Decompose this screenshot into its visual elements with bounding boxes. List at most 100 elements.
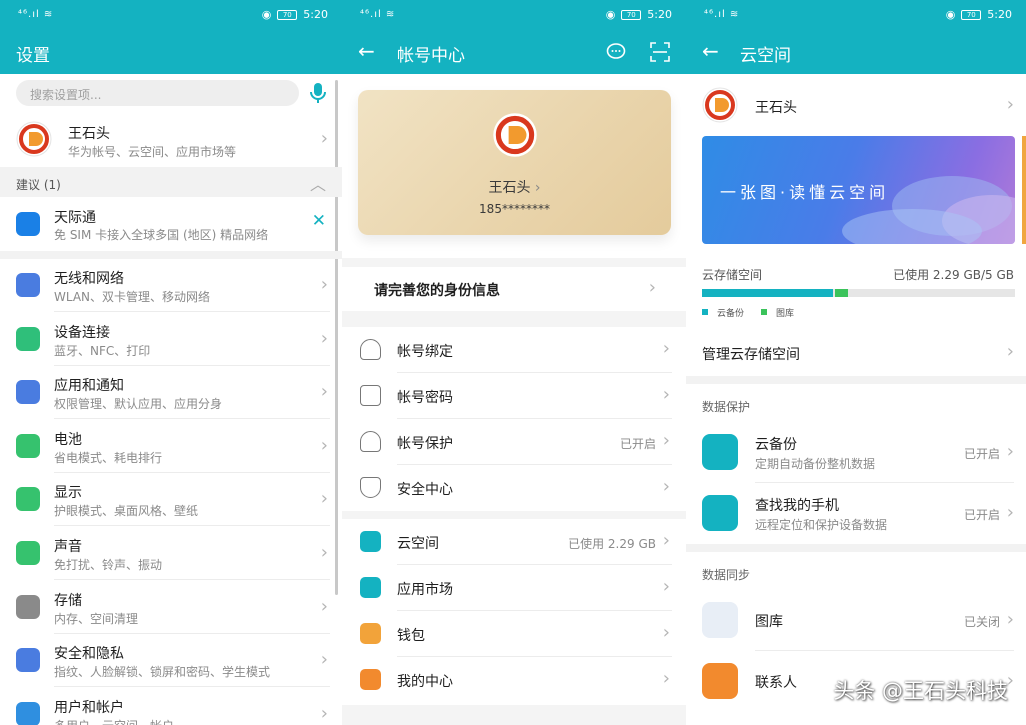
settings-item[interactable]: 存储内存、空间清理 ›: [0, 581, 342, 634]
chevron-right-icon: ›: [662, 384, 670, 405]
settings-item-desc: 蓝牙、NFC、打印: [54, 343, 151, 358]
settings-item-title: 无线和网络: [54, 271, 124, 287]
storage-bar-backup: [702, 289, 834, 297]
sync-item[interactable]: 图库 已关闭 ›: [686, 590, 1026, 651]
chevron-up-icon[interactable]: ︿: [310, 171, 326, 195]
settings-item[interactable]: 应用和通知 权限管理、默认应用、应用分身 ›: [0, 366, 342, 420]
settings-item[interactable]: 声音 免打扰、铃声、振动 ›: [0, 527, 342, 580]
section-gap: [0, 251, 342, 259]
settings-item-desc: 内存、空间清理: [54, 611, 139, 626]
settings-item-desc: 权限管理、默认应用、应用分身: [54, 397, 223, 412]
microphone-icon[interactable]: [309, 82, 327, 104]
app-market-icon: [360, 577, 381, 598]
account-phone: 185********: [479, 202, 550, 216]
avatar: [16, 121, 52, 157]
chevron-right-icon: ›: [320, 542, 328, 563]
account-name: 王石头: [68, 126, 110, 142]
account-item[interactable]: 钱包 ›: [342, 611, 686, 657]
back-arrow-icon[interactable]: ←: [358, 40, 375, 62]
cloud-banner[interactable]: 一张图·读懂云空间: [702, 136, 1015, 244]
account-card[interactable]: 王石头 › 185********: [358, 90, 671, 235]
protect-item[interactable]: 云备份 定期自动备份整机数据 已开启 ›: [686, 422, 1026, 483]
account-name[interactable]: 王石头 ›: [358, 177, 671, 197]
chevron-right-icon: ›: [320, 327, 328, 349]
account-item[interactable]: 应用市场 ›: [342, 565, 686, 611]
globe-icon: [16, 212, 40, 236]
settings-item[interactable]: 设备连接蓝牙、NFC、打印 ›: [0, 313, 342, 366]
eye-icon: ◉: [945, 8, 956, 21]
chevron-right-icon: ›: [662, 530, 670, 551]
settings-item[interactable]: 显示 护眼模式、桌面风格、壁纸 ›: [0, 473, 342, 527]
clock: 5:20: [647, 8, 672, 21]
settings-item[interactable]: 用户和帐户多用户、云空间、帐户 ›: [0, 688, 342, 725]
account-item[interactable]: 帐号保护 已开启 ›: [342, 419, 686, 465]
chevron-right-icon: ›: [1006, 502, 1014, 523]
cloud-account-row[interactable]: 王石头 ›: [686, 82, 1026, 130]
chevron-right-icon: ›: [320, 274, 328, 295]
cloud-icon: [360, 531, 381, 552]
chevron-right-icon: ›: [662, 430, 670, 451]
sync-header: 数据同步: [702, 568, 751, 582]
legend-backup-swatch: [702, 309, 708, 315]
settings-item[interactable]: 电池省电模式、耗电排行 ›: [0, 420, 342, 473]
manage-storage-row[interactable]: 管理云存储空间 ›: [686, 332, 1026, 374]
settings-item-title: 用户和帐户: [54, 699, 124, 716]
settings-item-desc: 护眼模式、桌面风格、壁纸: [54, 504, 199, 519]
contacts-icon: [702, 663, 738, 699]
account-item[interactable]: 帐号密码 ›: [342, 373, 686, 419]
chevron-right-icon: ›: [320, 595, 328, 617]
settings-item-desc: 指纹、人脸解锁、锁屏和密码、学生模式: [54, 665, 271, 680]
scan-icon[interactable]: [650, 42, 670, 62]
account-item[interactable]: 云空间 已使用 2.29 GB ›: [342, 519, 686, 565]
status-bar: ⁴⁶.ıl ≋ ◉ 70 5:20: [686, 0, 1026, 30]
account-item-label: 安全中心: [397, 482, 453, 498]
protect-item-desc: 定期自动备份整机数据: [755, 457, 876, 471]
settings-item-desc: 省电模式、耗电排行: [54, 450, 163, 465]
suggest-item[interactable]: 天际通 免 SIM 卡接入全球多国 (地区) 精品网络 ✕: [0, 197, 342, 251]
settings-item-title: 显示: [54, 485, 82, 502]
message-icon[interactable]: [606, 42, 626, 62]
chevron-right-icon: ›: [1006, 609, 1014, 630]
settings-item-desc: 免打扰、铃声、振动: [54, 558, 163, 572]
settings-item[interactable]: 安全和隐私 指纹、人脸解锁、锁屏和密码、学生模式 ›: [0, 634, 342, 688]
suggest-header: 建议 (1) ︿: [0, 167, 342, 197]
settings-item-title: 存储: [54, 592, 82, 609]
cloud-backup-icon: [702, 434, 738, 470]
settings-item[interactable]: 无线和网络 WLAN、双卡管理、移动网络 ›: [0, 259, 342, 312]
back-arrow-icon[interactable]: ←: [702, 40, 719, 62]
protect-item-value: 已开启: [963, 447, 1000, 461]
sync-item-title: 图库: [755, 614, 783, 630]
account-item[interactable]: 帐号绑定 ›: [342, 327, 686, 373]
status-bar: ⁴⁶.ıl ≋ ◉ 70 5:20: [342, 0, 686, 30]
legend-gallery-swatch: [761, 309, 767, 315]
close-icon[interactable]: ✕: [312, 211, 326, 231]
complete-info-row[interactable]: 请完善您的身份信息 ›: [342, 267, 686, 311]
apps-icon: [16, 380, 40, 405]
cloud-screen: ⁴⁶.ıl ≋ ◉ 70 5:20 ← 云空间 王石头 › 一张图·读懂云空间 …: [686, 0, 1026, 725]
suggest-header-label: 建议 (1): [16, 178, 61, 192]
account-item[interactable]: 安全中心 ›: [342, 465, 686, 511]
account-item-label: 我的中心: [397, 674, 453, 690]
storage-bar: [702, 289, 1015, 297]
app-bar: 设置: [0, 30, 342, 74]
chevron-right-icon: ›: [320, 434, 328, 456]
suggest-title: 天际通: [54, 210, 96, 226]
wallet-icon: [360, 623, 381, 644]
chevron-right-icon: ›: [1006, 94, 1014, 115]
eye-icon: ◉: [261, 8, 272, 21]
account-row[interactable]: 王石头 华为帐号、云空间、应用市场等 ›: [0, 112, 342, 166]
search-input[interactable]: 搜索设置项...: [16, 80, 299, 106]
storage-used: 已使用 2.29 GB/5 GB: [893, 268, 1014, 282]
settings-item-title: 安全和隐私: [54, 646, 124, 663]
protect-item[interactable]: 查找我的手机 远程定位和保护设备数据 已开启 ›: [686, 483, 1026, 544]
settings-item-title: 电池: [54, 431, 82, 448]
next-banner-peek[interactable]: [1022, 136, 1026, 244]
chevron-right-icon: ›: [662, 576, 670, 597]
chevron-right-icon: ›: [648, 277, 656, 298]
settings-item-title: 设备连接: [54, 324, 110, 341]
app-bar: ← 云空间: [686, 30, 1026, 74]
account-item-label: 钱包: [397, 628, 425, 644]
page-title: 云空间: [740, 46, 791, 66]
display-icon: [16, 487, 40, 512]
account-item[interactable]: 我的中心 ›: [342, 657, 686, 703]
